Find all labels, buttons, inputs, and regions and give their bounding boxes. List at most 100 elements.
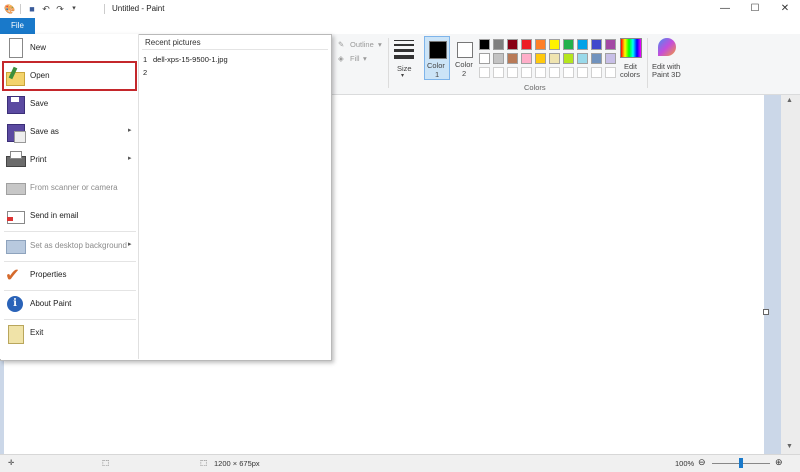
edit-colors-label-2[interactable]: colors <box>620 70 640 79</box>
custom-color-slot[interactable] <box>577 67 588 78</box>
menu-print[interactable]: Print ▸ <box>0 146 138 174</box>
scroll-up-icon[interactable]: ▲ <box>786 97 793 104</box>
edit-colors-icon[interactable] <box>620 38 642 58</box>
custom-color-slot[interactable] <box>549 67 560 78</box>
palette-color-swatch[interactable] <box>549 39 560 50</box>
custom-color-slot[interactable] <box>591 67 602 78</box>
title-separator <box>20 4 21 14</box>
menu-scanner-label: From scanner or camera <box>30 183 118 192</box>
zoom-out-button[interactable]: ⊖ <box>698 457 706 468</box>
redo-icon[interactable]: ↷ <box>54 3 66 15</box>
color1-label: Color <box>427 61 445 70</box>
submenu-arrow-icon: ▸ <box>128 155 132 162</box>
menu-scanner[interactable]: From scanner or camera <box>0 174 138 202</box>
palette-color-swatch[interactable] <box>605 39 616 50</box>
selection-size-icon: ⬚ <box>102 458 110 467</box>
menu-save-as-label: Save as <box>30 127 59 136</box>
palette-color-swatch[interactable] <box>549 53 560 64</box>
color1-button[interactable]: Color 1 <box>424 36 450 80</box>
palette-color-swatch[interactable] <box>605 53 616 64</box>
canvas-size-icon: ⬚ <box>200 458 208 467</box>
color1-number: 1 <box>435 70 440 79</box>
checkmark-icon: ✔ <box>5 265 21 285</box>
palette-color-swatch[interactable] <box>535 39 546 50</box>
custom-color-slot[interactable] <box>563 67 574 78</box>
palette-color-swatch[interactable] <box>563 39 574 50</box>
palette-color-swatch[interactable] <box>521 53 532 64</box>
palette-color-swatch[interactable] <box>563 53 574 64</box>
palette-color-swatch[interactable] <box>493 39 504 50</box>
menu-about[interactable]: i About Paint <box>0 290 138 318</box>
fill-label[interactable]: Fill <box>350 54 360 63</box>
color2-swatch <box>457 42 473 58</box>
recent-pictures-divider <box>142 49 328 50</box>
custom-color-slot[interactable] <box>493 67 504 78</box>
exit-icon <box>5 323 25 344</box>
color2-number: 2 <box>462 69 467 78</box>
outline-dropdown-icon: ▾ <box>378 40 382 49</box>
recent-item-name: dell-xps-15-9500-1.jpg <box>153 55 228 64</box>
palette-color-swatch[interactable] <box>521 39 532 50</box>
palette-color-swatch[interactable] <box>591 53 602 64</box>
menu-save-label: Save <box>30 99 49 108</box>
title-bar: 🎨 ■ ↶ ↷ ▾ Untitled - Paint — ☐ ✕ <box>0 0 800 18</box>
menu-print-label: Print <box>30 155 47 164</box>
palette-color-swatch[interactable] <box>493 53 504 64</box>
palette-color-swatch[interactable] <box>507 39 518 50</box>
palette-color-swatch[interactable] <box>577 39 588 50</box>
outline-icon: ✎ <box>338 40 345 49</box>
palette-color-swatch[interactable] <box>479 39 490 50</box>
save-icon[interactable]: ■ <box>26 3 38 15</box>
colors-group-label: Colors <box>524 83 546 92</box>
close-button[interactable]: ✕ <box>770 0 800 18</box>
outline-label[interactable]: Outline <box>350 40 374 49</box>
menu-desktop-background[interactable]: Set as desktop background ▸ <box>0 232 138 260</box>
ribbon-tab-strip <box>0 18 800 35</box>
scroll-down-icon[interactable]: ▼ <box>786 443 793 450</box>
customize-toolbar-icon[interactable]: ▾ <box>68 3 80 15</box>
palette-color-swatch[interactable] <box>507 53 518 64</box>
canvas-resize-handle[interactable] <box>763 309 769 315</box>
title-separator-2 <box>104 4 105 14</box>
color-palette <box>479 39 619 81</box>
palette-color-swatch[interactable] <box>479 53 490 64</box>
undo-icon[interactable]: ↶ <box>40 3 52 15</box>
menu-desktop-background-label: Set as desktop background <box>30 241 127 250</box>
palette-color-swatch[interactable] <box>591 39 602 50</box>
recent-item[interactable]: 2 <box>143 67 323 79</box>
minimize-button[interactable]: — <box>710 0 740 18</box>
custom-color-slot[interactable] <box>479 67 490 78</box>
recent-item-number: 2 <box>143 68 148 77</box>
zoom-slider-thumb[interactable] <box>739 458 743 468</box>
maximize-button[interactable]: ☐ <box>740 0 770 18</box>
recent-item[interactable]: 1 dell-xps-15-9500-1.jpg <box>143 54 323 66</box>
palette-color-swatch[interactable] <box>577 53 588 64</box>
custom-color-slot[interactable] <box>535 67 546 78</box>
paint3d-icon[interactable] <box>658 38 676 56</box>
file-tab[interactable]: File <box>0 18 35 34</box>
custom-color-slot[interactable] <box>521 67 532 78</box>
cursor-position-icon: ✛ <box>8 458 15 467</box>
printer-icon <box>5 150 26 170</box>
color2-button[interactable]: Color 2 <box>453 36 477 80</box>
save-disk-icon <box>5 94 25 114</box>
zoom-in-button[interactable]: ⊕ <box>775 457 783 468</box>
custom-color-slot[interactable] <box>507 67 518 78</box>
menu-save[interactable]: Save <box>0 90 138 118</box>
custom-color-slot[interactable] <box>605 67 616 78</box>
palette-color-swatch[interactable] <box>535 53 546 64</box>
menu-save-as[interactable]: Save as ▸ <box>0 118 138 146</box>
vertical-scrollbar[interactable]: ▲ ▼ <box>781 95 800 454</box>
menu-send-email[interactable]: Send in email <box>0 202 138 230</box>
fill-icon: ◈ <box>338 54 344 63</box>
submenu-arrow-icon: ▸ <box>128 241 132 248</box>
menu-exit[interactable]: Exit <box>0 319 138 347</box>
color2-label: Color <box>455 60 473 69</box>
menu-new[interactable]: New <box>0 34 138 62</box>
menu-properties[interactable]: ✔ Properties <box>0 261 138 289</box>
menu-exit-label: Exit <box>30 328 44 337</box>
size-label[interactable]: Size <box>397 64 412 73</box>
size-icon[interactable] <box>394 40 414 62</box>
paint-app-icon[interactable]: 🎨 <box>4 3 16 15</box>
paint3d-label-2[interactable]: Paint 3D <box>652 70 681 79</box>
